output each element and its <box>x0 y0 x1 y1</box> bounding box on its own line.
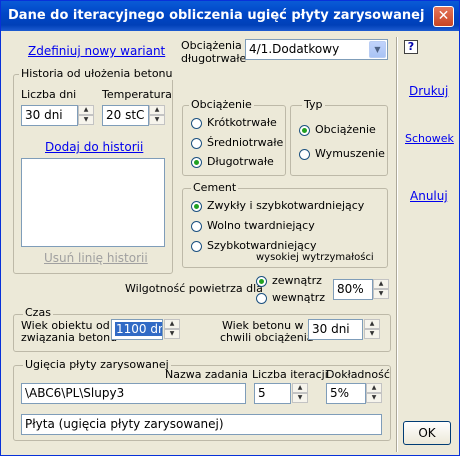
humidity-outside-label: zewnątrz <box>272 274 322 287</box>
days-spinner[interactable]: ▲ ▼ <box>78 105 94 126</box>
cement-normal-radio[interactable] <box>191 201 202 212</box>
precision-value: 5% <box>330 386 350 400</box>
load-short-radio[interactable] <box>191 118 202 129</box>
iterations-spinner[interactable]: ▲ ▼ <box>292 383 308 404</box>
temperature-value: 20 stC <box>106 108 145 122</box>
humidity-outside-radio[interactable] <box>256 276 267 287</box>
humidity-spinner[interactable]: ▲ ▼ <box>373 279 389 300</box>
close-icon: ✕ <box>437 8 450 24</box>
spin-down-icon[interactable]: ▼ <box>364 329 380 339</box>
cement-fast-note: wysokiej wytrzymałości <box>256 252 374 263</box>
long-term-load-combo[interactable]: 4/1.Dodatkowy <box>245 39 388 60</box>
object-age-value: 1100 dni <box>115 322 162 336</box>
spin-down-icon[interactable]: ▼ <box>164 329 180 339</box>
title-bar: Dane do iteracyjnego obliczenia ugięć pł… <box>1 1 459 31</box>
type-forcing-label: Wymuszenie <box>315 147 385 160</box>
ok-button[interactable]: OK <box>403 421 451 445</box>
load-short-label: Krótkotrwałe <box>207 116 277 129</box>
long-term-load-dropdown-button[interactable]: ▼ <box>369 41 386 58</box>
time-legend: Czas <box>23 306 53 319</box>
deflection-legend: Ugięcia płyty zarysowanej <box>23 358 171 371</box>
type-load-radio[interactable] <box>299 125 310 136</box>
task-name-value: \ABC6\PL\Slupy3 <box>25 386 125 400</box>
spin-up-icon[interactable]: ▲ <box>373 279 389 289</box>
load-medium-radio[interactable] <box>191 138 202 149</box>
type-load-label: Obciążenie <box>315 123 376 136</box>
load-legend: Obciążenie <box>189 98 254 111</box>
concrete-age-spinner[interactable]: ▲ ▼ <box>364 319 380 340</box>
cancel-link[interactable]: Anuluj <box>410 189 448 203</box>
object-age-spinner[interactable]: ▲ ▼ <box>164 319 180 340</box>
spin-up-icon[interactable]: ▲ <box>164 319 180 329</box>
humidity-value: 80% <box>337 282 364 296</box>
long-term-load-value: 4/1.Dodatkowy <box>249 42 340 56</box>
load-long-label: Długotrwałe <box>207 155 274 168</box>
task-name-label: Nazwa zadania <box>165 368 248 381</box>
cement-fast-radio[interactable] <box>191 241 202 252</box>
history-legend: Historia od ułożenia betonu <box>19 67 175 80</box>
cement-fast-label: Szybkotwardniejący <box>207 239 317 252</box>
type-group <box>290 105 388 176</box>
concrete-age-label-2: chwili obciążenia <box>220 331 314 344</box>
spin-up-icon[interactable]: ▲ <box>149 105 165 115</box>
spin-down-icon[interactable]: ▼ <box>373 289 389 299</box>
humidity-input[interactable]: 80% <box>333 279 373 300</box>
temperature-label: Temperatura <box>102 88 172 101</box>
description-value: Płyta (ugięcia płyty zarysowanej) <box>25 417 224 431</box>
print-link[interactable]: Drukuj <box>409 84 448 98</box>
add-to-history-link[interactable]: Dodaj do historii <box>45 140 143 154</box>
spin-up-icon[interactable]: ▲ <box>292 383 308 393</box>
type-legend: Typ <box>302 98 325 111</box>
cement-slow-label: Wolno twardniejący <box>207 219 315 232</box>
days-label: Liczba dni <box>21 88 77 101</box>
dialog-window: Dane do iteracyjnego obliczenia ugięć pł… <box>0 0 460 456</box>
temperature-input[interactable]: 20 stC <box>102 105 149 126</box>
cement-legend: Cement <box>191 181 239 194</box>
window-title: Dane do iteracyjnego obliczenia ugięć pł… <box>8 8 425 23</box>
spin-down-icon[interactable]: ▼ <box>366 393 382 403</box>
cement-slow-radio[interactable] <box>191 221 202 232</box>
chevron-down-icon: ▼ <box>374 45 381 54</box>
days-value: 30 dni <box>25 108 63 122</box>
concrete-age-value: 30 dni <box>312 322 350 336</box>
task-name-input[interactable]: \ABC6\PL\Slupy3 <box>21 383 246 404</box>
object-age-input[interactable]: 1100 dni <box>111 319 163 340</box>
spin-up-icon[interactable]: ▲ <box>364 319 380 329</box>
days-input[interactable]: 30 dni <box>21 105 78 126</box>
precision-spinner[interactable]: ▲ ▼ <box>366 383 382 404</box>
help-button[interactable]: ? <box>404 40 418 54</box>
clipboard-link[interactable]: Schowek <box>405 132 454 145</box>
iterations-input[interactable]: 5 <box>254 383 291 404</box>
load-medium-label: Średniotrwałe <box>207 136 284 149</box>
spin-up-icon[interactable]: ▲ <box>78 105 94 115</box>
humidity-inside-label: wewnątrz <box>272 291 326 304</box>
remove-history-line-link[interactable]: Usuń linię historii <box>44 251 148 265</box>
spin-down-icon[interactable]: ▼ <box>292 393 308 403</box>
concrete-age-input[interactable]: 30 dni <box>308 319 363 340</box>
type-forcing-radio[interactable] <box>299 149 310 160</box>
close-button[interactable]: ✕ <box>433 6 454 27</box>
load-long-radio[interactable] <box>191 157 202 168</box>
iterations-value: 5 <box>258 386 266 400</box>
right-panel-separator-highlight <box>397 37 398 452</box>
precision-input[interactable]: 5% <box>326 383 366 404</box>
long-term-load-label-2: długotrwałe <box>181 52 247 65</box>
humidity-label: Wilgotność powietrza dla <box>125 282 263 295</box>
iterations-label: Liczba iteracji <box>252 368 328 381</box>
description-input[interactable]: Płyta (ugięcia płyty zarysowanej) <box>21 414 382 435</box>
precision-label: Dokładność <box>326 368 390 381</box>
history-list[interactable] <box>21 158 165 247</box>
spin-down-icon[interactable]: ▼ <box>78 115 94 125</box>
humidity-inside-radio[interactable] <box>256 293 267 304</box>
spin-down-icon[interactable]: ▼ <box>149 115 165 125</box>
cement-normal-label: Zwykły i szybkotwardniejący <box>207 199 365 212</box>
spin-up-icon[interactable]: ▲ <box>366 383 382 393</box>
define-variant-link[interactable]: Zdefiniuj nowy wariant <box>28 44 165 58</box>
object-age-label-2: związania betonu <box>21 331 118 344</box>
long-term-load-label-1: Obciążenia <box>181 39 242 52</box>
temperature-spinner[interactable]: ▲ ▼ <box>149 105 165 126</box>
